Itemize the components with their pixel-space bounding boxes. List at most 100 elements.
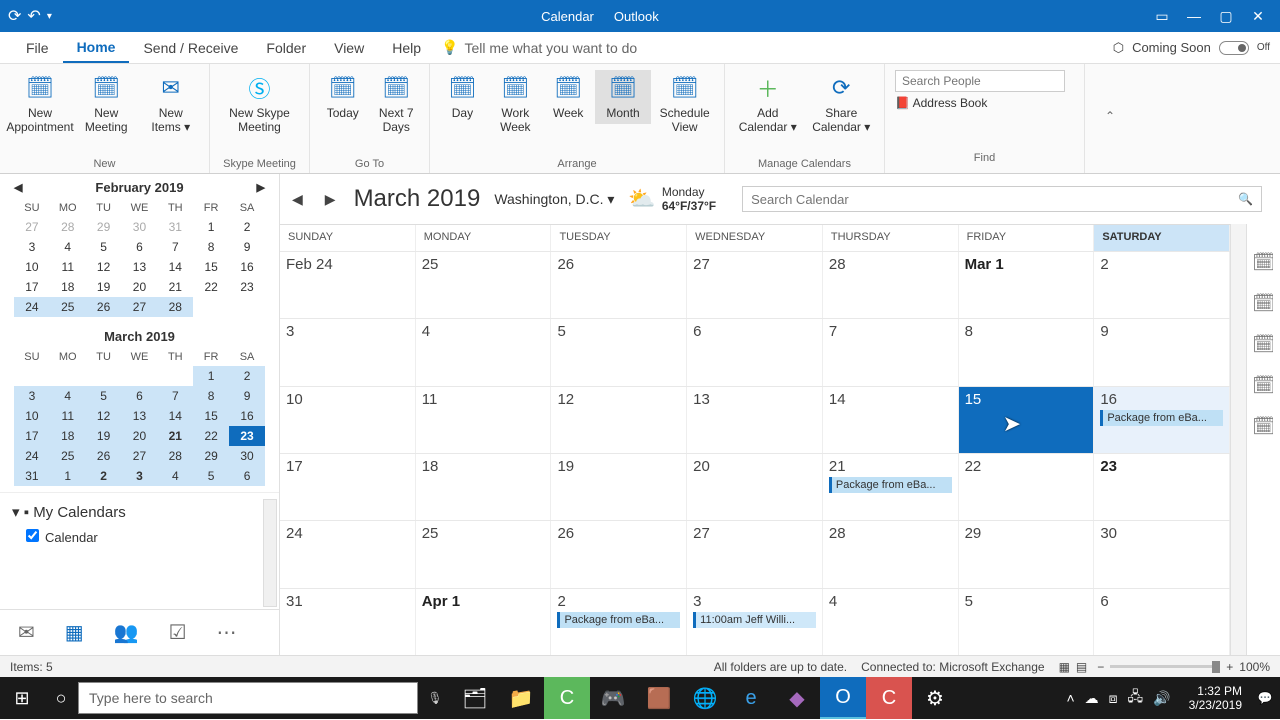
peek-month-icon[interactable]: 🗓 — [1252, 416, 1275, 437]
taskbar-clock[interactable]: 1:32 PM3/23/2019 — [1181, 684, 1250, 712]
tab-help[interactable]: Help — [378, 34, 435, 62]
day-cell[interactable]: 12 — [551, 387, 687, 453]
day-cell[interactable]: Feb 24 — [280, 252, 416, 318]
weather-widget[interactable]: ⛅ Monday64°F/37°F — [628, 185, 716, 213]
day-cell[interactable]: 29 — [959, 521, 1095, 587]
weather-location[interactable]: Washington, D.C. ▾ — [494, 191, 614, 208]
vs-icon[interactable]: ◆ — [774, 677, 820, 719]
day-cell[interactable]: 19 — [551, 454, 687, 520]
day-cell[interactable]: 28 — [823, 252, 959, 318]
address-book-button[interactable]: 📕 Address Book — [895, 96, 1074, 110]
day-cell[interactable]: 13 — [687, 387, 823, 453]
tell-me-search[interactable]: 💡 Tell me what you want to do — [441, 39, 637, 56]
peek-today-icon[interactable]: 🗓 — [1252, 293, 1275, 314]
day-cell[interactable]: 2 — [1094, 252, 1230, 318]
day-cell[interactable]: 7 — [823, 319, 959, 385]
view-reading-icon[interactable]: ▤ — [1076, 660, 1087, 674]
event-item[interactable]: 11:00am Jeff Willi... — [693, 612, 816, 628]
app2-icon[interactable]: 🟫 — [636, 677, 682, 719]
calendar-nav-icon[interactable]: ▦ — [65, 620, 84, 645]
day-cell[interactable]: 5 — [551, 319, 687, 385]
skype-meeting-button[interactable]: ⓈNew Skype Meeting — [216, 70, 303, 138]
add-calendar-button[interactable]: ＋Add Calendar ▾ — [731, 70, 805, 138]
grid-scrollbar[interactable] — [1230, 224, 1246, 655]
taskview-icon[interactable]: 🗂 — [452, 677, 498, 719]
workweek-view-button[interactable]: 🗓Work Week — [489, 70, 542, 138]
day-cell[interactable]: 26 — [551, 521, 687, 587]
day-cell[interactable]: 27 — [687, 252, 823, 318]
event-item[interactable]: Package from eBa... — [1100, 410, 1223, 426]
day-cell[interactable]: 24 — [280, 521, 416, 587]
day-cell[interactable]: 30 — [1094, 521, 1230, 587]
day-cell[interactable]: 4 — [416, 319, 552, 385]
volume-icon[interactable]: 🔊 — [1153, 690, 1170, 707]
chrome-icon[interactable]: 🌐 — [682, 677, 728, 719]
new-items-button[interactable]: ✉New Items ▾ — [139, 70, 204, 138]
peek-workweek-icon[interactable]: 🗓 — [1252, 375, 1275, 396]
dropbox-icon[interactable]: ⧈ — [1109, 690, 1118, 707]
day-cell[interactable]: 25 — [416, 252, 552, 318]
day-cell-selected[interactable]: 15➤ — [959, 387, 1095, 453]
day-cell[interactable]: 18 — [416, 454, 552, 520]
day-cell[interactable]: 9 — [1094, 319, 1230, 385]
day-cell[interactable]: 28 — [823, 521, 959, 587]
day-cell[interactable]: 10 — [280, 387, 416, 453]
collapse-icon[interactable]: ▾ — [12, 504, 20, 521]
new-meeting-button[interactable]: 🗓New Meeting — [74, 70, 139, 138]
peek-day-icon[interactable]: 🗓 — [1252, 252, 1275, 273]
zoom-slider[interactable]: − + 100% — [1097, 660, 1270, 674]
event-item[interactable]: Package from eBa... — [557, 612, 680, 628]
day-cell[interactable]: 2Package from eBa... — [551, 589, 687, 655]
day-cell-today[interactable]: 23 — [1094, 454, 1230, 520]
mic-icon[interactable]: 🎙 — [418, 691, 452, 705]
calendar-checkbox-item[interactable]: Calendar — [10, 525, 269, 549]
tab-home[interactable]: Home — [63, 33, 130, 63]
mini-prev-icon[interactable]: ◀ — [14, 181, 22, 194]
day-cell[interactable]: 22 — [959, 454, 1095, 520]
day-cell[interactable]: 4 — [823, 589, 959, 655]
day-cell[interactable]: 21Package from eBa... — [823, 454, 959, 520]
my-calendars-label[interactable]: My Calendars — [33, 504, 126, 521]
day-cell[interactable]: 26 — [551, 252, 687, 318]
day-cell[interactable]: 311:00am Jeff Willi... — [687, 589, 823, 655]
new-appointment-button[interactable]: 🗓New Appointment — [6, 70, 74, 138]
onedrive-icon[interactable]: ☁ — [1085, 690, 1099, 707]
day-cell[interactable]: Mar 1 — [959, 252, 1095, 318]
search-calendar-box[interactable]: 🔍 — [742, 186, 1262, 212]
app3-icon[interactable]: C — [866, 677, 912, 719]
tab-folder[interactable]: Folder — [252, 34, 320, 62]
zoom-in-icon[interactable]: + — [1226, 660, 1233, 674]
day-cell[interactable]: 20 — [687, 454, 823, 520]
day-cell[interactable]: 16Package from eBa... — [1094, 387, 1230, 453]
minimize-icon[interactable]: — — [1180, 8, 1208, 25]
sidebar-scrollbar[interactable] — [263, 499, 277, 607]
app-icon[interactable]: C — [544, 677, 590, 719]
tab-sendreceive[interactable]: Send / Receive — [129, 34, 252, 62]
event-item[interactable]: Package from eBa... — [829, 477, 952, 493]
search-icon[interactable]: 🔍 — [1238, 192, 1253, 206]
outlook-icon[interactable]: O — [820, 677, 866, 719]
more-icon[interactable]: ⋯ — [217, 620, 237, 645]
peek-week-icon[interactable]: 🗓 — [1252, 334, 1275, 355]
week-view-button[interactable]: 🗓Week — [542, 70, 595, 124]
today-button[interactable]: 🗓Today — [316, 70, 370, 124]
taskbar-search[interactable]: Type here to search — [78, 682, 418, 714]
edge-icon[interactable]: e — [728, 677, 774, 719]
undo-icon[interactable]: ↶ — [27, 6, 40, 26]
notifications-icon[interactable]: 💬 — [1250, 691, 1280, 705]
view-normal-icon[interactable]: ▦ — [1059, 660, 1070, 674]
tab-view[interactable]: View — [320, 34, 378, 62]
network-icon[interactable]: 🖧 — [1128, 686, 1144, 710]
day-cell[interactable]: 6 — [1094, 589, 1230, 655]
start-button[interactable]: ⊞ — [0, 688, 44, 709]
search-calendar-input[interactable] — [751, 192, 1238, 207]
day-cell[interactable]: 17 — [280, 454, 416, 520]
month-view-button[interactable]: 🗓Month — [595, 70, 652, 124]
explorer-icon[interactable]: 📁 — [498, 677, 544, 719]
close-icon[interactable]: ✕ — [1244, 8, 1272, 25]
tab-file[interactable]: File — [12, 34, 63, 62]
ribbon-collapse-button[interactable]: ⌃ — [1085, 64, 1115, 173]
ribbon-mode-icon[interactable]: ▭ — [1148, 8, 1176, 25]
search-people-input[interactable] — [895, 70, 1065, 92]
day-cell[interactable]: Apr 1 — [416, 589, 552, 655]
